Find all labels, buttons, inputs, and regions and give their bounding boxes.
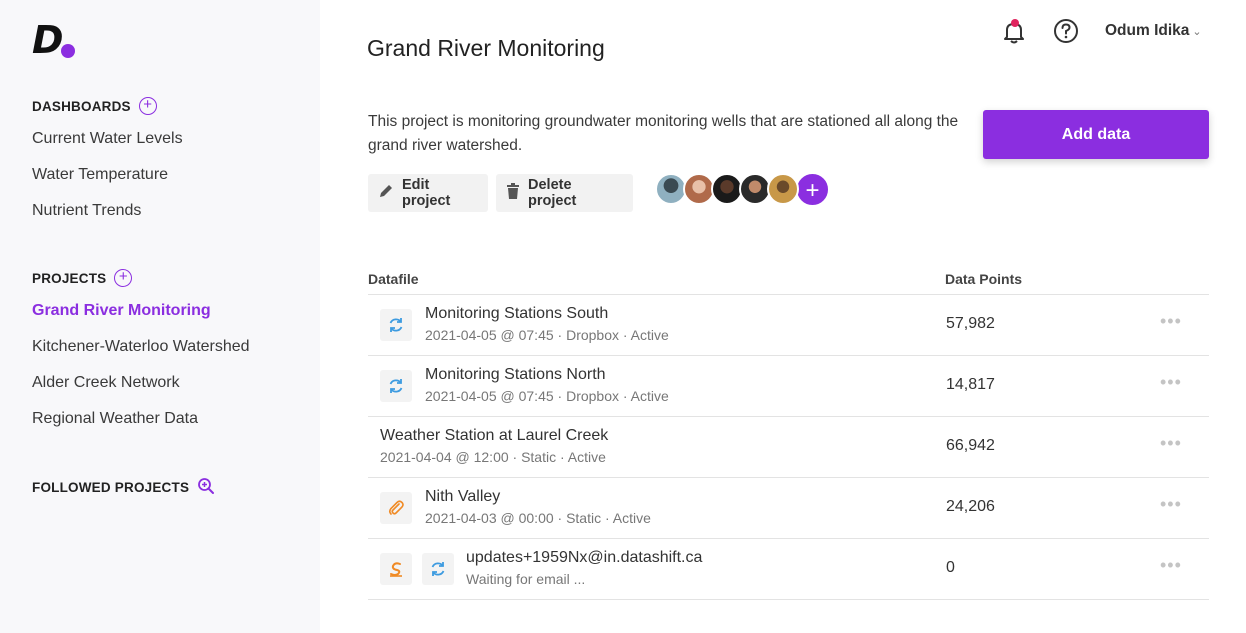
delete-project-label: Delete project xyxy=(528,177,577,209)
datafile-meta: 2021-04-04 @ 12:00 · Static · Active xyxy=(380,449,606,465)
edit-project-button[interactable]: Edit project xyxy=(368,174,488,212)
bell-icon[interactable] xyxy=(1001,17,1027,45)
dashboards-heading: DASHBOARDS xyxy=(32,98,131,114)
datafile-meta: Waiting for email ... xyxy=(466,571,586,587)
add-project-icon[interactable]: + xyxy=(114,269,133,287)
edit-project-label: Edit project xyxy=(402,177,451,209)
data-points-column-header: Data Points xyxy=(945,271,1023,287)
logo-letter: D xyxy=(32,18,64,62)
more-options-icon[interactable]: ••• xyxy=(1160,495,1182,513)
page-title: Grand River Monitoring xyxy=(367,35,605,61)
data-points-value: 66,942 xyxy=(946,437,995,454)
sidebar-item-alder-creek-network[interactable]: Alder Creek Network xyxy=(32,374,180,392)
datafile-name[interactable]: updates+1959Nx@in.datashift.ca xyxy=(466,549,702,567)
help-icon[interactable] xyxy=(1053,18,1079,44)
sidebar-item-current-water-levels[interactable]: Current Water Levels xyxy=(32,130,183,148)
table-row[interactable]: updates+1959Nx@in.datashift.ca Waiting f… xyxy=(368,538,1209,599)
user-menu[interactable]: Odum Idika ⌄ xyxy=(1105,22,1202,40)
user-name: Odum Idika xyxy=(1105,22,1190,39)
email-source-icon[interactable] xyxy=(380,553,412,585)
data-points-value: 24,206 xyxy=(946,498,995,515)
sidebar-item-grand-river-monitoring[interactable]: Grand River Monitoring xyxy=(32,302,211,320)
app-logo[interactable]: D xyxy=(32,18,82,62)
datafile-name[interactable]: Monitoring Stations South xyxy=(425,305,608,323)
more-options-icon[interactable]: ••• xyxy=(1160,434,1182,452)
projects-section-title: PROJECTS + xyxy=(32,269,133,287)
sidebar: D DASHBOARDS + Current Water Levels Wate… xyxy=(0,0,320,633)
table-row[interactable]: Monitoring Stations North 2021-04-05 @ 0… xyxy=(368,355,1209,416)
paperclip-icon[interactable] xyxy=(380,492,412,524)
more-options-icon[interactable]: ••• xyxy=(1160,373,1182,391)
sync-icon[interactable] xyxy=(422,553,454,585)
divider xyxy=(368,599,1209,600)
datafile-meta: 2021-04-05 @ 07:45 · Dropbox · Active xyxy=(425,327,669,343)
more-options-icon[interactable]: ••• xyxy=(1160,312,1182,330)
more-options-icon[interactable]: ••• xyxy=(1160,556,1182,574)
datafile-meta: 2021-04-05 @ 07:45 · Dropbox · Active xyxy=(425,388,669,404)
data-points-value: 0 xyxy=(946,559,955,576)
projects-heading: PROJECTS xyxy=(32,270,107,286)
avatar[interactable] xyxy=(767,173,799,205)
sidebar-item-nutrient-trends[interactable]: Nutrient Trends xyxy=(32,202,141,220)
data-points-value: 57,982 xyxy=(946,315,995,332)
datafile-name[interactable]: Monitoring Stations North xyxy=(425,366,606,384)
trash-icon xyxy=(506,183,520,203)
datafile-column-header: Datafile xyxy=(368,271,419,287)
member-avatars: + xyxy=(655,172,830,207)
table-row[interactable]: Weather Station at Laurel Creek 2021-04-… xyxy=(368,416,1209,477)
search-followed-icon[interactable] xyxy=(197,477,215,498)
project-description: This project is monitoring groundwater m… xyxy=(368,113,959,154)
table-row[interactable]: Monitoring Stations South 2021-04-05 @ 0… xyxy=(368,294,1209,355)
datafile-meta: 2021-04-03 @ 00:00 · Static · Active xyxy=(425,510,651,526)
dashboards-section-title: DASHBOARDS + xyxy=(32,97,157,115)
sync-icon[interactable] xyxy=(380,309,412,341)
followed-section-title: FOLLOWED PROJECTS xyxy=(32,477,215,498)
sidebar-item-kitchener-waterloo-watershed[interactable]: Kitchener-Waterloo Watershed xyxy=(32,338,250,356)
data-points-value: 14,817 xyxy=(946,376,995,393)
datafile-name[interactable]: Nith Valley xyxy=(425,488,500,506)
pencil-icon xyxy=(378,183,394,203)
datafile-name[interactable]: Weather Station at Laurel Creek xyxy=(380,427,608,445)
followed-heading: FOLLOWED PROJECTS xyxy=(32,480,190,495)
table-row[interactable]: Nith Valley 2021-04-03 @ 00:00 · Static … xyxy=(368,477,1209,538)
delete-project-button[interactable]: Delete project xyxy=(496,174,633,212)
add-member-button[interactable]: + xyxy=(795,172,830,207)
add-data-button[interactable]: Add data xyxy=(983,110,1209,159)
sync-icon[interactable] xyxy=(380,370,412,402)
sidebar-item-regional-weather-data[interactable]: Regional Weather Data xyxy=(32,410,198,428)
chevron-down-icon: ⌄ xyxy=(1192,26,1202,38)
logo-dot xyxy=(61,44,75,58)
sidebar-item-water-temperature[interactable]: Water Temperature xyxy=(32,166,168,184)
add-dashboard-icon[interactable]: + xyxy=(138,97,157,115)
